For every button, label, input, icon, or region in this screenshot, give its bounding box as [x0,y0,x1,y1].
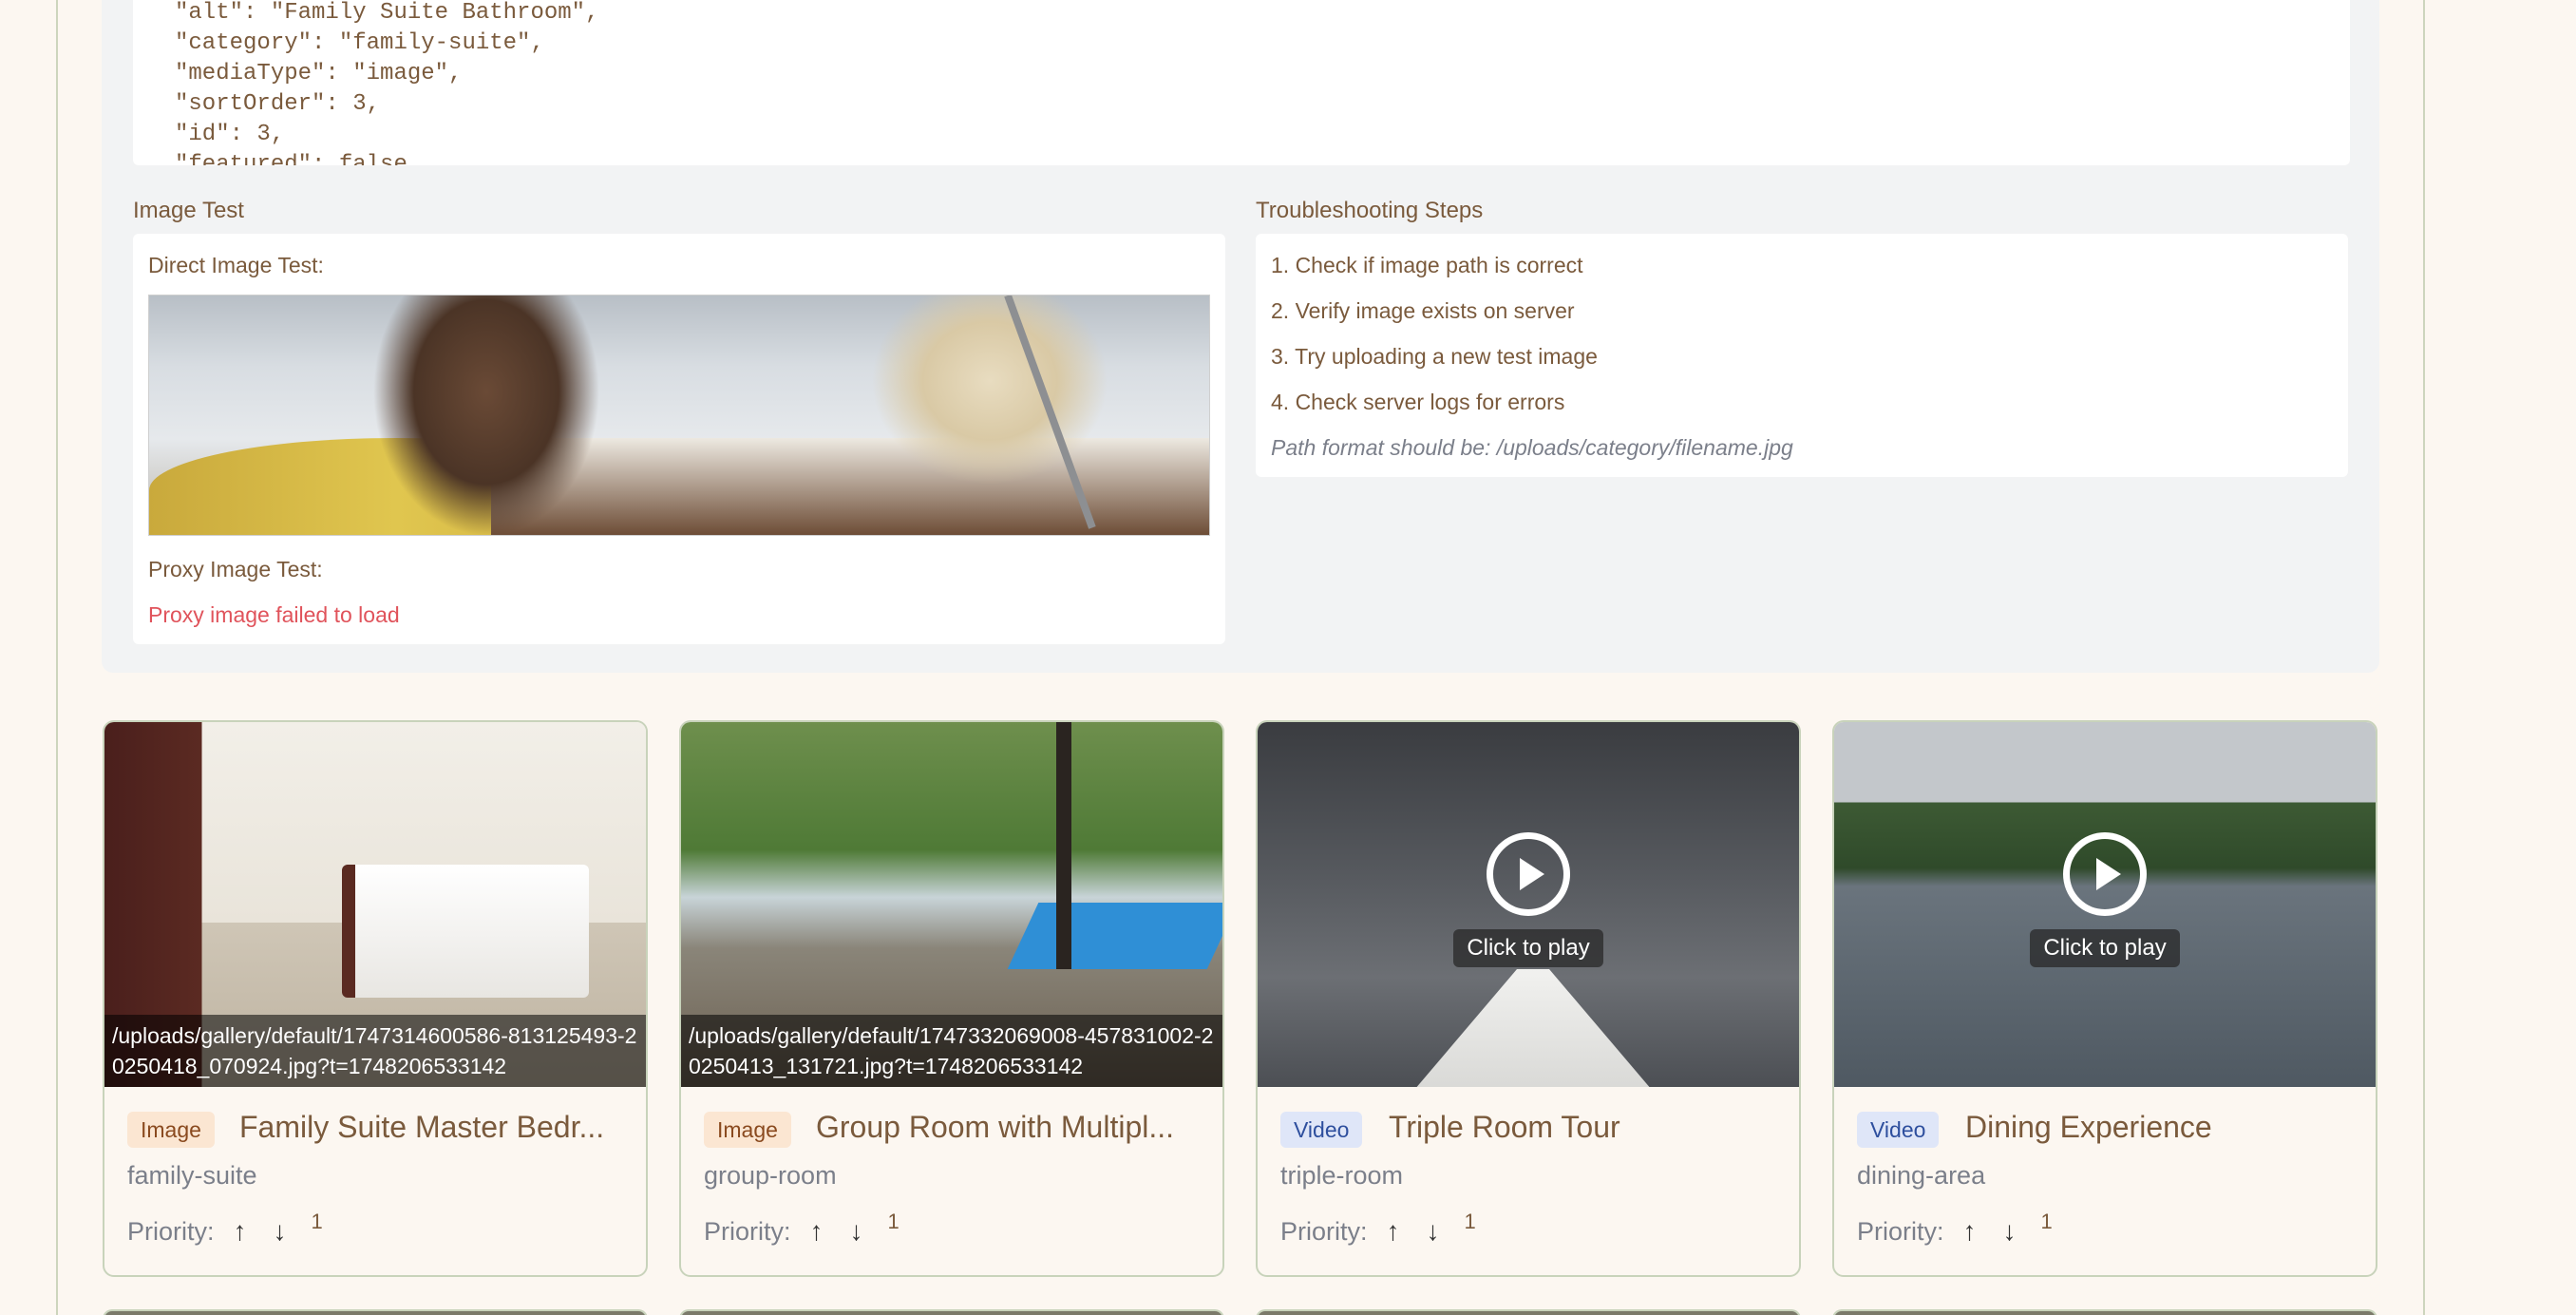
gallery-card-partial[interactable] [679,1309,1224,1315]
priority-value: 1 [887,1210,900,1233]
json-line: "alt": "Family Suite Bathroom", [175,0,599,26]
direct-image-label: Direct Image Test: [148,253,324,277]
card-category: dining-area [1857,1161,1986,1190]
video-play-overlay[interactable]: Click to play [1258,722,1799,1087]
media-type-badge: Image [704,1112,791,1148]
json-line: "mediaType": "image", [175,61,463,86]
image-path-overlay: /uploads/gallery/default/1747332069008-4… [681,1015,1222,1087]
arrow-up-icon[interactable]: ↑ [1379,1216,1408,1247]
priority-label: Priority: [1857,1216,1944,1246]
arrow-down-icon[interactable]: ↓ [843,1216,871,1247]
card-title: Dining Experience [1965,1110,2212,1144]
troubleshooting-step: 4. Check server logs for errors [1271,390,1565,414]
troubleshooting-step: 2. Verify image exists on server [1271,298,1575,323]
arrow-down-icon[interactable]: ↓ [1419,1216,1448,1247]
priority-value: 1 [311,1210,323,1233]
gallery-card-partial[interactable] [1256,1309,1801,1315]
video-play-overlay[interactable]: Click to play [1834,722,2376,1087]
priority-value: 1 [1464,1210,1476,1233]
proxy-image-label: Proxy Image Test: [148,557,323,581]
gallery-card-partial[interactable] [1832,1309,2377,1315]
gallery-card[interactable]: Click to play Video Triple Room Tour tri… [1256,720,1801,1277]
troubleshooting-step: 1. Check if image path is correct [1271,253,1583,277]
arrow-down-icon[interactable]: ↓ [266,1216,294,1247]
json-line: "id": 3, [175,122,285,147]
json-line: "sortOrder": 3, [175,91,381,117]
priority-label: Priority: [127,1216,215,1246]
card-thumbnail[interactable]: Click to play [1834,722,2376,1087]
priority-label: Priority: [1280,1216,1368,1246]
priority-label: Priority: [704,1216,791,1246]
arrow-up-icon[interactable]: ↑ [226,1216,255,1247]
gallery-card[interactable]: /uploads/gallery/default/1747314600586-8… [103,720,648,1277]
click-to-play-label[interactable]: Click to play [1453,929,1603,967]
gallery-card[interactable]: /uploads/gallery/default/1747332069008-4… [679,720,1224,1277]
arrow-up-icon[interactable]: ↑ [1956,1216,1984,1247]
json-line: "category": "family-suite", [175,30,544,56]
priority-controls: Priority: ↑ ↓ 1 [1857,1210,2053,1247]
arrow-up-icon[interactable]: ↑ [803,1216,831,1247]
proxy-error-message: Proxy image failed to load [148,602,400,627]
json-line: "featured": false [175,152,407,165]
card-thumbnail[interactable]: /uploads/gallery/default/1747314600586-8… [104,722,646,1087]
media-type-badge: Video [1280,1112,1363,1148]
arrow-down-icon[interactable]: ↓ [1996,1216,2024,1247]
click-to-play-label[interactable]: Click to play [2030,929,2180,967]
image-test-heading: Image Test [133,198,244,223]
priority-controls: Priority: ↑ ↓ 1 [704,1210,900,1247]
card-category: group-room [704,1161,837,1190]
play-icon[interactable] [2063,832,2147,916]
direct-test-image [148,295,1210,536]
card-thumbnail[interactable]: /uploads/gallery/default/1747332069008-4… [681,722,1222,1087]
priority-controls: Priority: ↑ ↓ 1 [1280,1210,1476,1247]
card-thumbnail[interactable]: Click to play [1258,722,1799,1087]
card-title: Family Suite Master Bedr... [239,1110,605,1144]
priority-controls: Priority: ↑ ↓ 1 [127,1210,323,1247]
card-title: Group Room with Multipl... [816,1110,1175,1144]
path-format-note: Path format should be: /uploads/category… [1271,435,1793,460]
card-category: family-suite [127,1161,257,1190]
card-category: triple-room [1280,1161,1404,1190]
media-type-badge: Video [1857,1112,1940,1148]
media-type-badge: Image [127,1112,215,1148]
play-icon[interactable] [1487,832,1570,916]
gallery-card-partial[interactable] [103,1309,648,1315]
json-preview: "alt": "Family Suite Bathroom", "categor… [133,0,2350,165]
priority-value: 1 [2040,1210,2053,1233]
gallery-card[interactable]: Click to play Video Dining Experience di… [1832,720,2377,1277]
troubleshooting-heading: Troubleshooting Steps [1256,198,1484,223]
image-path-overlay: /uploads/gallery/default/1747314600586-8… [104,1015,646,1087]
troubleshooting-step: 3. Try uploading a new test image [1271,344,1598,369]
card-title: Triple Room Tour [1389,1110,1620,1144]
